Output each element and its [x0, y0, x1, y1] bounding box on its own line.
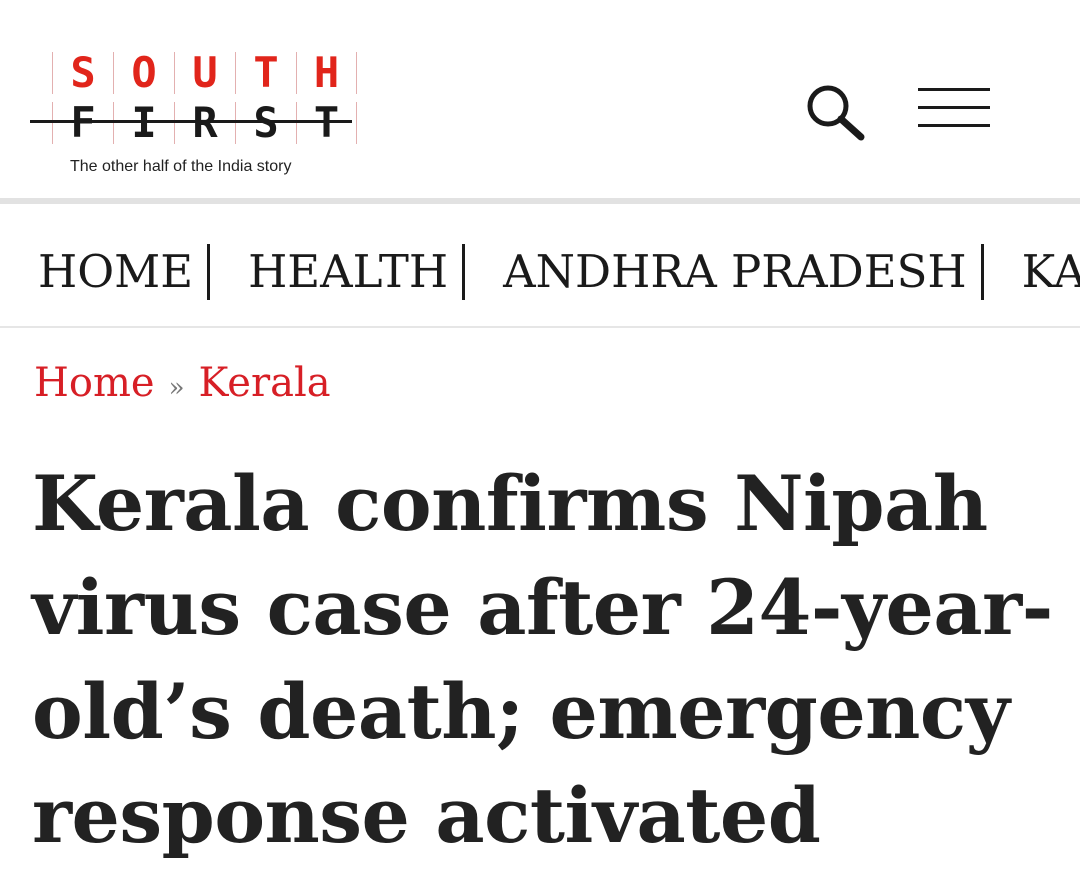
breadcrumb-home[interactable]: Home: [34, 360, 155, 406]
nav-divider: [0, 326, 1080, 328]
nav-item-andhra-pradesh[interactable]: ANDHRA PRADESH: [503, 244, 984, 300]
search-button[interactable]: [800, 80, 872, 146]
nav-active-indicator: [30, 120, 352, 123]
nav-item-karnataka[interactable]: KAR: [1022, 244, 1080, 300]
article-title-line: Kerala confirms Nipah: [32, 459, 988, 548]
logo-tagline: The other half of the India story: [70, 158, 292, 175]
site-logo[interactable]: S O U T H F I R S T The other half of th…: [52, 50, 362, 180]
logo-letter: S: [235, 102, 296, 144]
logo-row-south: S O U T H: [52, 52, 357, 94]
nav-item-home[interactable]: HOME: [38, 244, 211, 300]
breadcrumb-separator: »: [168, 373, 185, 403]
category-nav: HOME HEALTH ANDHRA PRADESH KAR: [0, 204, 1080, 328]
logo-letter: R: [174, 102, 235, 144]
article-title-line: response activated: [32, 771, 821, 860]
logo-letter: O: [113, 52, 174, 94]
site-header: S O U T H F I R S T The other half of th…: [0, 0, 1080, 198]
logo-letter: I: [113, 102, 174, 144]
breadcrumb: Home » Kerala: [34, 360, 331, 406]
article-title-line: old’s death; emergency: [32, 667, 1010, 756]
menu-button[interactable]: [914, 84, 994, 132]
article-title: Kerala confirms Nipah virus case after 2…: [32, 452, 1053, 868]
logo-letter: T: [296, 102, 357, 144]
logo-row-first: F I R S T: [52, 102, 357, 144]
nav-item-health[interactable]: HEALTH: [248, 244, 466, 300]
article-title-line: virus case after 24-year-: [32, 563, 1053, 652]
logo-letter: S: [52, 52, 113, 94]
search-icon: [807, 85, 865, 141]
logo-letter: H: [296, 52, 357, 94]
logo-letter: T: [235, 52, 296, 94]
nav-items: HOME HEALTH ANDHRA PRADESH KAR: [38, 244, 1080, 300]
logo-letter: U: [174, 52, 235, 94]
breadcrumb-kerala[interactable]: Kerala: [199, 360, 331, 406]
logo-letter: F: [52, 102, 113, 144]
